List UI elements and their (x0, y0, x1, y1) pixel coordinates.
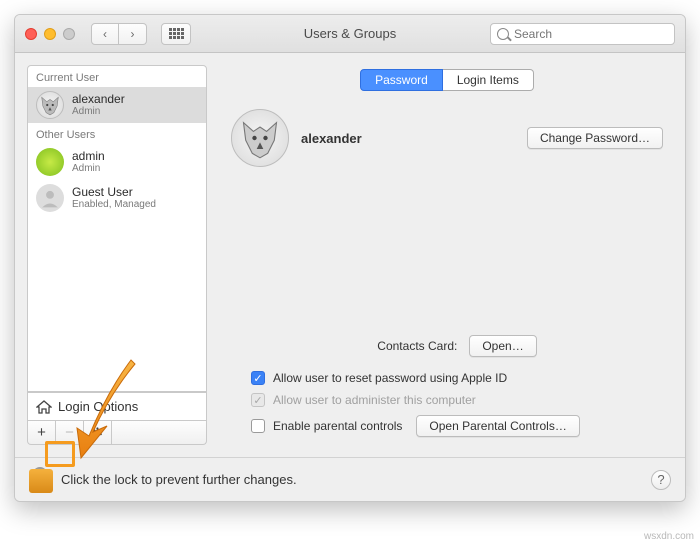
tabs: Password Login Items (221, 69, 673, 91)
login-options-button[interactable]: Login Options (27, 392, 207, 421)
minimize-icon[interactable] (44, 28, 56, 40)
parental-label: Enable parental controls (273, 419, 402, 433)
options-group: Contacts Card: Open… ✓ Allow user to res… (251, 335, 663, 437)
user-role: Enabled, Managed (72, 199, 156, 210)
login-options-label: Login Options (58, 399, 138, 414)
user-row-alexander[interactable]: alexander Admin (28, 87, 206, 123)
allow-admin-row: ✓ Allow user to administer this computer (251, 393, 663, 407)
contacts-label: Contacts Card: (377, 339, 457, 353)
lock-body-icon (29, 469, 53, 493)
search-icon (497, 28, 509, 40)
allow-admin-checkbox: ✓ (251, 393, 265, 407)
window-body: Current User alexander Admin Other Users… (15, 53, 685, 457)
gear-icon: ✻ (92, 425, 103, 441)
add-user-button[interactable]: + (28, 421, 56, 444)
help-button[interactable]: ? (651, 470, 671, 490)
allow-reset-label: Allow user to reset password using Apple… (273, 371, 507, 385)
grid-icon (169, 28, 184, 39)
back-button[interactable]: ‹ (91, 23, 119, 45)
tab-password[interactable]: Password (360, 69, 443, 91)
forward-button[interactable]: › (119, 23, 147, 45)
profile-header: alexander Change Password… (231, 109, 663, 167)
allow-reset-row: ✓ Allow user to reset password using App… (251, 371, 663, 385)
allow-admin-label: Allow user to administer this computer (273, 393, 476, 407)
parental-controls-row: Enable parental controls Open Parental C… (251, 415, 663, 437)
contacts-card-row: Contacts Card: Open… (251, 335, 663, 357)
user-name: admin (72, 150, 105, 163)
sidebar-toolbar: + − ✻ (27, 421, 207, 445)
preferences-window: ‹ › Users & Groups Current User (14, 14, 686, 502)
user-row-admin[interactable]: admin Admin (28, 144, 206, 180)
actions-menu-button[interactable]: ✻ (84, 421, 112, 444)
lock-button[interactable] (29, 467, 51, 493)
avatar-fox-icon (36, 91, 64, 119)
zoom-icon (63, 28, 75, 40)
remove-user-button: − (56, 421, 84, 444)
nav-buttons: ‹ › (91, 23, 147, 45)
open-parental-button[interactable]: Open Parental Controls… (416, 415, 579, 437)
avatar-green-icon (36, 148, 64, 176)
close-icon[interactable] (25, 28, 37, 40)
titlebar: ‹ › Users & Groups (15, 15, 685, 53)
sidebar: Current User alexander Admin Other Users… (27, 65, 207, 445)
traffic-lights (25, 28, 75, 40)
user-role: Admin (72, 106, 125, 117)
allow-reset-checkbox[interactable]: ✓ (251, 371, 265, 385)
section-current-user: Current User (28, 66, 206, 87)
user-row-guest[interactable]: Guest User Enabled, Managed (28, 180, 206, 216)
avatar-guest-icon (36, 184, 64, 212)
open-contacts-button[interactable]: Open… (469, 335, 536, 357)
watermark: wsxdn.com (644, 531, 694, 542)
user-list: Current User alexander Admin Other Users… (27, 65, 207, 392)
profile-avatar[interactable] (231, 109, 289, 167)
search-input[interactable] (514, 27, 668, 41)
user-role: Admin (72, 163, 105, 174)
show-all-button[interactable] (161, 23, 191, 45)
footer: Click the lock to prevent further change… (15, 457, 685, 501)
user-name: alexander (72, 93, 125, 106)
home-icon (36, 400, 52, 414)
tab-login-items[interactable]: Login Items (443, 69, 534, 91)
lock-text: Click the lock to prevent further change… (61, 472, 297, 487)
change-password-button[interactable]: Change Password… (527, 127, 663, 149)
search-field[interactable] (490, 23, 675, 45)
profile-name: alexander (301, 131, 362, 146)
user-name: Guest User (72, 186, 156, 199)
content-panel: Password Login Items alexander Change Pa… (221, 65, 673, 445)
section-other-users: Other Users (28, 123, 206, 144)
parental-checkbox[interactable] (251, 419, 265, 433)
